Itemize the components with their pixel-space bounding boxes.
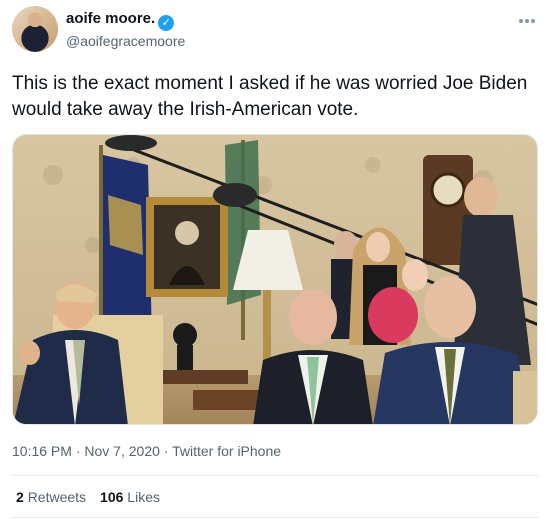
photo-oval-office-scene xyxy=(13,135,537,424)
verified-badge-icon: ✓ xyxy=(158,15,175,31)
author-block: aoife moore. ✓ @aoifegracemoore xyxy=(66,10,185,49)
likes-label: Likes xyxy=(127,489,160,505)
tweet-time[interactable]: 10:16 PM xyxy=(12,443,72,459)
more-options-icon[interactable] xyxy=(518,12,536,23)
likes-count: 106 xyxy=(100,489,124,505)
tweet-date[interactable]: Nov 7, 2020 xyxy=(84,443,160,459)
tweet-source[interactable]: Twitter for iPhone xyxy=(172,443,281,459)
likes-stat[interactable]: 106 Likes xyxy=(100,489,160,505)
retweets-label: Retweets xyxy=(27,489,87,505)
avatar[interactable] xyxy=(12,6,58,52)
meta-separator: · xyxy=(75,443,81,459)
retweets-stat[interactable]: 2 Retweets xyxy=(16,489,86,505)
tweet-meta: 10:16 PM · Nov 7, 2020 · Twitter for iPh… xyxy=(12,443,281,459)
display-name[interactable]: aoife moore. xyxy=(66,10,155,27)
retweets-count: 2 xyxy=(16,489,24,505)
meta-separator: · xyxy=(163,443,169,459)
tweet-card: aoife moore. ✓ @aoifegracemoore This is t… xyxy=(0,0,550,521)
tweet-photo[interactable] xyxy=(12,134,538,425)
tweet-stats: 2 Retweets 106 Likes xyxy=(16,489,160,505)
divider xyxy=(12,517,538,518)
divider xyxy=(12,475,538,476)
user-handle[interactable]: @aoifegracemoore xyxy=(66,33,185,49)
tweet-text: This is the exact moment I asked if he w… xyxy=(12,73,528,120)
